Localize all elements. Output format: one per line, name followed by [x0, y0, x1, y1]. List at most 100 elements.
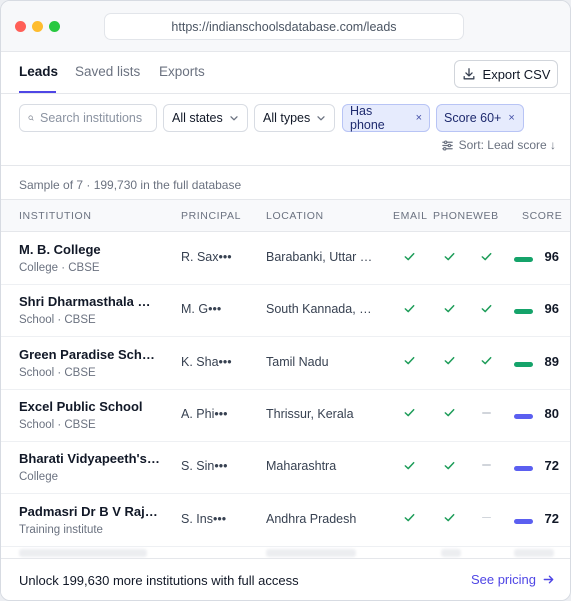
- institution-name[interactable]: M. B. College: [19, 242, 161, 257]
- institution-name[interactable]: Shri Dharmasthala Manjunatheshwara: [19, 294, 161, 309]
- email-available-check-icon: [402, 249, 416, 263]
- phone-available-check-icon: [442, 249, 456, 263]
- table-row[interactable]: Shri Dharmasthala Manjunatheshwara School…: [1, 285, 570, 338]
- remove-chip-icon[interactable]: ×: [416, 112, 422, 124]
- institution-type: School · CBSE: [19, 418, 96, 431]
- principal-name: M. G•••: [181, 302, 222, 317]
- email-available-check-icon: [402, 406, 416, 420]
- institution-location: South Kannada, Karnataka: [266, 302, 378, 317]
- score-bar: [514, 466, 533, 472]
- states-select[interactable]: All states: [163, 104, 248, 132]
- institution-name[interactable]: Padmasri Dr B V Raju Institute: [19, 504, 161, 519]
- lead-score: 80: [544, 405, 559, 421]
- institution-location: Barabanki, Uttar Pradesh: [266, 250, 378, 264]
- filter-bar: All states All types Has phone × Score 6…: [1, 94, 570, 166]
- arrow-right-icon: [543, 575, 554, 584]
- column-header-web[interactable]: Web: [473, 210, 499, 222]
- table-header: Institution Principal Location Email Pho…: [1, 199, 570, 232]
- browser-window: https://indianschoolsdatabase.com/leads …: [0, 0, 571, 601]
- see-pricing-link[interactable]: See pricing: [471, 572, 555, 587]
- search-input[interactable]: [40, 111, 148, 125]
- web-available-check-icon: [479, 354, 493, 368]
- see-pricing-label: See pricing: [470, 572, 536, 587]
- table-row[interactable]: Excel Public School School · CBSE A. Phi••…: [1, 390, 570, 442]
- institution-type: College: [19, 471, 58, 484]
- principal-name: S. Sin•••: [181, 459, 228, 474]
- states-select-label: All states: [172, 111, 223, 125]
- institution-location: Thrissur, Kerala: [266, 406, 354, 421]
- tab-exports[interactable]: Exports: [159, 64, 205, 79]
- institution-type: College · CBSE: [19, 262, 100, 274]
- minimize-window-button[interactable]: [32, 21, 43, 32]
- table-row[interactable]: M. B. College College · CBSE R. Sax••• Bara…: [1, 233, 570, 285]
- institution-type: School · CBSE: [19, 366, 96, 379]
- table-row[interactable]: Bharati Vidyapeeth's College College S. Si…: [1, 442, 570, 495]
- sort-icon: [441, 139, 453, 151]
- upgrade-message: Unlock 199,630 more institutions with fu…: [19, 573, 299, 588]
- principal-name: R. Sax•••: [181, 250, 232, 264]
- address-bar[interactable]: https://indianschoolsdatabase.com/leads: [104, 13, 464, 40]
- email-available-check-icon: [402, 511, 416, 525]
- score-bar: [514, 518, 533, 524]
- web-unavailable-dash-icon: [479, 406, 493, 420]
- column-header-phone[interactable]: Phone: [433, 210, 473, 222]
- close-window-button[interactable]: [15, 21, 26, 32]
- score-bar: [514, 413, 533, 419]
- phone-available-check-icon: [442, 458, 456, 472]
- export-csv-button[interactable]: Export CSV: [454, 60, 558, 88]
- score-bar: [514, 309, 533, 315]
- phone-available-check-icon: [442, 354, 456, 368]
- address-url: https://indianschoolsdatabase.com/leads: [171, 19, 397, 34]
- faded-row-preview: [1, 545, 570, 559]
- web-unavailable-dash-icon: [479, 511, 493, 525]
- web-unavailable-dash-icon: [479, 458, 493, 472]
- table-row[interactable]: Green Paradise School School · CBSE K. Sha…: [1, 338, 570, 390]
- filter-chip-score[interactable]: Score 60+ ×: [436, 104, 524, 132]
- sort-control[interactable]: Sort: Lead score ↓: [441, 138, 556, 152]
- phone-available-check-icon: [442, 301, 456, 315]
- lead-score: 96: [544, 301, 559, 317]
- remove-chip-icon[interactable]: ×: [508, 112, 514, 124]
- filter-chip-has-phone[interactable]: Has phone ×: [342, 104, 430, 132]
- web-available-check-icon: [479, 301, 493, 315]
- column-header-institution[interactable]: Institution: [19, 210, 92, 222]
- institution-location: Maharashtra: [266, 459, 337, 474]
- column-header-email[interactable]: Email: [393, 210, 428, 222]
- maximize-window-button[interactable]: [49, 21, 60, 32]
- column-header-location[interactable]: Location: [266, 210, 324, 222]
- table-row[interactable]: Padmasri Dr B V Raju Institute Training i…: [1, 495, 570, 547]
- phone-available-check-icon: [442, 406, 456, 420]
- institution-type: Training institute: [19, 523, 103, 536]
- principal-name: K. Sha•••: [181, 354, 232, 369]
- email-available-check-icon: [402, 354, 416, 368]
- types-select[interactable]: All types: [254, 104, 335, 132]
- upgrade-banner: Unlock 199,630 more institutions with fu…: [1, 558, 570, 600]
- lead-score: 72: [544, 510, 559, 526]
- tab-leads[interactable]: Leads: [19, 64, 58, 79]
- phone-available-check-icon: [442, 511, 456, 525]
- search-box[interactable]: [19, 104, 157, 132]
- sort-label: Sort: Lead score ↓: [458, 138, 556, 152]
- score-bar: [514, 257, 533, 262]
- search-icon: [28, 115, 34, 121]
- lead-score: 96: [544, 249, 559, 264]
- email-available-check-icon: [402, 301, 416, 315]
- email-available-check-icon: [402, 458, 416, 472]
- tab-bar: Leads Saved lists Exports Export CSV: [1, 52, 570, 94]
- institution-name[interactable]: Green Paradise School: [19, 347, 161, 362]
- sample-summary: Sample of 7 · 199,730 in the full databa…: [19, 178, 242, 192]
- institution-type: School · CBSE: [19, 314, 96, 327]
- institution-name[interactable]: Excel Public School: [19, 399, 161, 414]
- principal-name: S. Ins•••: [181, 511, 227, 526]
- institution-name[interactable]: Bharati Vidyapeeth's College: [19, 451, 161, 466]
- column-header-principal[interactable]: Principal: [181, 210, 241, 222]
- export-csv-label: Export CSV: [482, 66, 551, 82]
- institution-location: Andhra Pradesh: [266, 511, 357, 526]
- tab-saved-lists[interactable]: Saved lists: [75, 64, 140, 79]
- web-available-check-icon: [479, 249, 493, 263]
- column-header-score[interactable]: Score: [522, 210, 562, 222]
- institution-location: Tamil Nadu: [266, 354, 329, 369]
- lead-score: 89: [544, 353, 559, 369]
- filter-chip-label: Score 60+: [444, 111, 502, 125]
- chevron-down-icon: [230, 116, 238, 121]
